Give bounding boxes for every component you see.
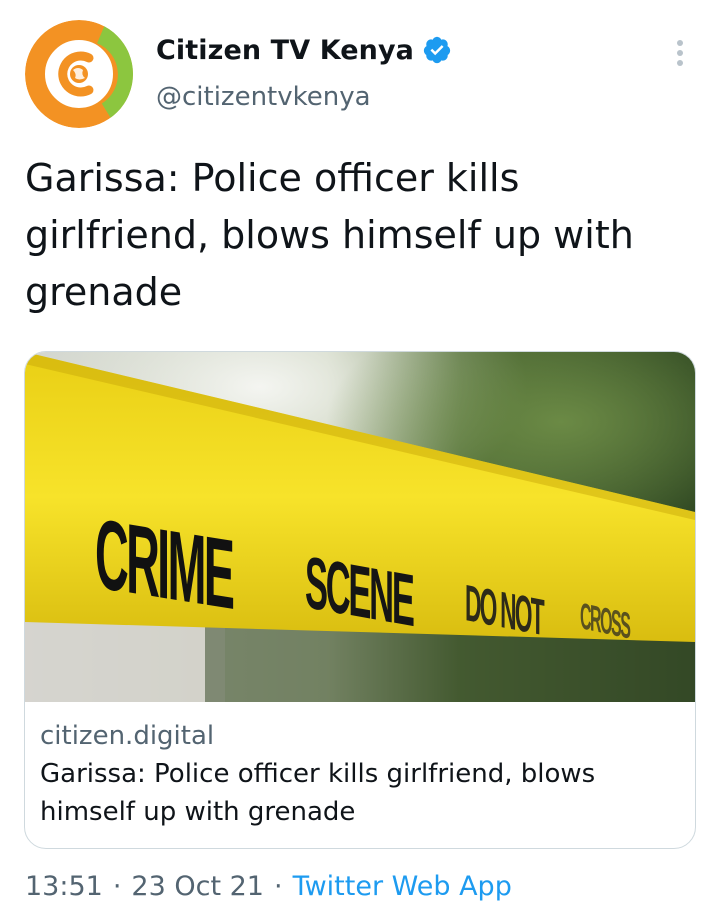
card-domain: citizen.digital — [40, 721, 215, 751]
tweet-text: Garissa: Police officer kills girlfriend… — [25, 156, 634, 314]
tweet-container: Citizen TV Kenya @citizentvkenya Garissa… — [0, 0, 720, 922]
more-options-icon[interactable] — [665, 36, 695, 70]
citizen-tv-logo-icon — [25, 20, 133, 128]
verified-badge-icon — [423, 36, 451, 64]
tweet-meta: 13:51 · 23 Oct 21 · Twitter Web App — [25, 871, 512, 902]
link-card[interactable]: CRIME SCENE DO NOT CROSS citizen.digital… — [24, 351, 696, 849]
author-display-name[interactable]: Citizen TV Kenya — [156, 35, 414, 66]
tweet-time[interactable]: 13:51 — [25, 871, 103, 902]
card-title: Garissa: Police officer kills girlfriend… — [40, 759, 596, 827]
meta-separator: · — [112, 871, 122, 902]
avatar[interactable] — [25, 20, 133, 128]
card-image[interactable]: CRIME SCENE DO NOT CROSS — [25, 352, 695, 702]
meta-separator: · — [273, 871, 283, 902]
author-name-row: Citizen TV Kenya — [156, 30, 452, 70]
author-handle[interactable]: @citizentvkenya — [156, 82, 371, 112]
tweet-date[interactable]: 23 Oct 21 — [131, 871, 264, 902]
svg-text:CRIME: CRIME — [95, 499, 233, 631]
card-body: citizen.digital Garissa: Police officer … — [40, 718, 680, 831]
tweet-source-link[interactable]: Twitter Web App — [293, 871, 512, 902]
tape-text-group: CRIME — [95, 499, 233, 631]
